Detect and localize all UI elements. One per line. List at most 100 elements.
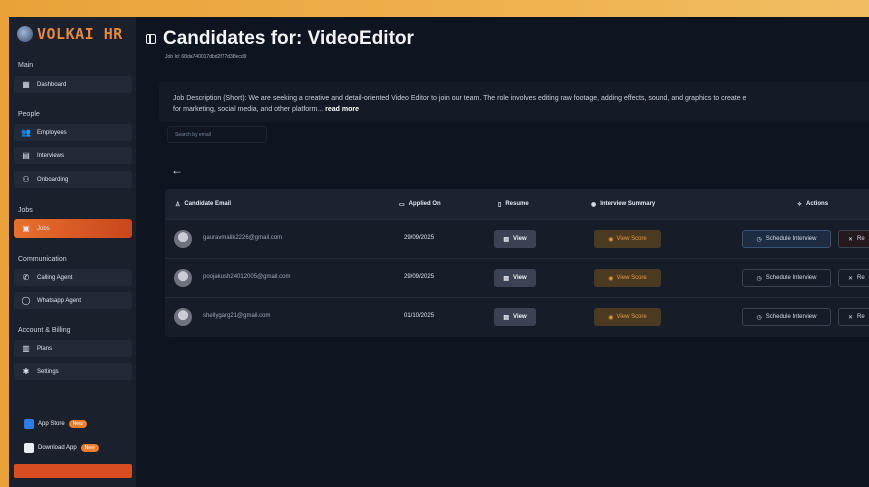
column-resume: ▯ Resume: [498, 189, 529, 219]
dashboard-icon: ▦: [22, 80, 30, 89]
sidebar-item-settings[interactable]: ✱ Settings: [14, 363, 132, 380]
column-actions: ✧ Actions: [797, 189, 828, 219]
reject-button[interactable]: ✕ Re: [838, 230, 869, 248]
eye-icon: ◉: [608, 275, 614, 282]
calendar-icon: ▭: [399, 201, 405, 208]
view-resume-button[interactable]: ▤ View: [494, 308, 536, 326]
reject-button[interactable]: ✕ Re: [838, 269, 869, 287]
column-email: ♙ Candidate Email: [175, 189, 231, 219]
read-more-link[interactable]: read more: [325, 106, 359, 113]
sidebar-item-interviews[interactable]: ▤ Interviews: [14, 147, 132, 164]
clock-icon: ◷: [756, 275, 762, 282]
schedule-interview-button[interactable]: ◷ Schedule Interview: [742, 230, 831, 248]
schedule-interview-button[interactable]: ◷ Schedule Interview: [742, 269, 831, 287]
sidebar-item-label: Calling Agent: [37, 274, 73, 281]
column-summary: ◉ Interview Summary: [591, 189, 655, 219]
calendar-icon: ▤: [22, 151, 30, 160]
search-input[interactable]: Search by email: [167, 126, 267, 143]
sidebar-item-onboarding[interactable]: ⚇ Onboarding: [14, 171, 132, 188]
view-score-button[interactable]: ◉ View Score: [594, 269, 661, 287]
description-line-1: Job Description (Short): We are seeking …: [173, 95, 747, 102]
button-label: View: [513, 236, 527, 242]
column-applied: ▭ Applied On: [399, 189, 441, 219]
page-title: Candidates for: VideoEditor: [163, 28, 414, 49]
download-app-link[interactable]: Download App New: [24, 443, 99, 453]
table-row: shellygarg21@gmail.com 01/10/2025 ▤ View…: [165, 297, 869, 337]
clock-icon: ◷: [756, 236, 762, 243]
sidebar-item-label: Onboarding: [37, 176, 69, 183]
candidate-email: shellygarg21@gmail.com: [203, 313, 271, 319]
main-content: Candidates for: VideoEditor Job Id: 68da…: [136, 17, 869, 487]
view-resume-button[interactable]: ▤ View: [494, 230, 536, 248]
sidebar-item-label: Dashboard: [37, 81, 67, 88]
button-label: Schedule Interview: [765, 236, 817, 242]
column-label: Applied On: [408, 201, 441, 207]
button-label: View: [513, 314, 527, 320]
eye-icon: ◉: [608, 314, 614, 321]
clock-icon: ◷: [756, 314, 762, 321]
button-label: Re: [857, 236, 865, 242]
candidate-email: gauravmalik2226@gmail.com: [203, 235, 283, 241]
new-badge: New: [80, 444, 99, 452]
sidebar-item-employees[interactable]: 👥 Employees: [14, 124, 132, 141]
section-communication: Communication: [18, 256, 67, 263]
download-app-label: Download App: [38, 445, 77, 451]
app-store-label: App Store: [38, 421, 65, 427]
close-icon: ✕: [848, 236, 854, 243]
bottom-action-button[interactable]: [14, 464, 132, 478]
app-window: VOLKAI HR Main ▦ Dashboard People 👥 Empl…: [9, 17, 869, 487]
button-label: View Score: [616, 275, 647, 281]
document-icon: ▤: [503, 314, 510, 321]
view-score-button[interactable]: ◉ View Score: [594, 230, 661, 248]
sidebar-item-dashboard[interactable]: ▦ Dashboard: [14, 76, 132, 93]
sidebar-item-whatsapp-agent[interactable]: ◯ Whatsapp Agent: [14, 292, 132, 309]
app-store-link[interactable]: App Store New: [24, 419, 87, 429]
sidebar-item-jobs[interactable]: ▣ Jobs: [14, 219, 132, 238]
applied-date: 29/09/2025: [404, 235, 435, 241]
view-score-button[interactable]: ◉ View Score: [594, 308, 661, 326]
users-icon: 👥: [21, 128, 31, 137]
avatar: [174, 230, 192, 248]
briefcase-icon: ▣: [22, 224, 30, 233]
document-icon: ▯: [498, 201, 502, 208]
sidebar-item-plans[interactable]: ▥ Plans: [14, 340, 132, 357]
schedule-interview-button[interactable]: ◷ Schedule Interview: [742, 308, 831, 326]
sidebar-toggle-icon[interactable]: [146, 34, 156, 44]
user-icon: ♙: [175, 201, 181, 208]
back-arrow-icon[interactable]: ←: [171, 163, 183, 177]
app-store-icon: [24, 419, 34, 429]
column-label: Candidate Email: [184, 201, 232, 207]
plans-icon: ▥: [22, 344, 30, 353]
document-icon: ▤: [503, 236, 510, 243]
new-badge: New: [68, 420, 87, 428]
applied-date: 29/09/2025: [404, 274, 435, 280]
gear-icon: ✱: [22, 367, 30, 376]
play-store-icon: [24, 443, 34, 453]
avatar: [174, 269, 192, 287]
button-label: Schedule Interview: [765, 275, 817, 281]
job-id: Job Id: 68da740017dbd2f77d38ecd9: [165, 54, 247, 60]
view-resume-button[interactable]: ▤ View: [494, 269, 536, 287]
column-label: Interview Summary: [600, 201, 656, 207]
candidate-email: poojakush24012005@gmail.com: [203, 274, 291, 280]
phone-icon: ✆: [22, 273, 30, 282]
sidebar-item-label: Interviews: [37, 152, 65, 159]
reject-button[interactable]: ✕ Re: [838, 308, 869, 326]
description-line-2: for marketing, social media, and other p…: [173, 106, 324, 113]
table-row: poojakush24012005@gmail.com 29/09/2025 ▤…: [165, 258, 869, 298]
button-label: View: [513, 275, 527, 281]
eye-icon: ◉: [608, 236, 614, 243]
search-placeholder: Search by email: [175, 131, 211, 138]
avatar: [174, 308, 192, 326]
table-header: ♙ Candidate Email ▭ Applied On ▯ Resume …: [165, 189, 869, 219]
column-label: Resume: [505, 201, 529, 207]
sidebar-item-calling-agent[interactable]: ✆ Calling Agent: [14, 269, 132, 286]
applied-date: 01/10/2025: [404, 313, 435, 319]
section-main: Main: [18, 62, 34, 69]
brand-head-icon: [17, 26, 33, 42]
table-row: gauravmalik2226@gmail.com 29/09/2025 ▤ V…: [165, 219, 869, 259]
job-description: Job Description (Short): We are seeking …: [159, 82, 869, 122]
brand-logo[interactable]: VOLKAI HR: [17, 25, 123, 43]
button-label: View Score: [616, 236, 647, 242]
button-label: View Score: [616, 314, 647, 320]
